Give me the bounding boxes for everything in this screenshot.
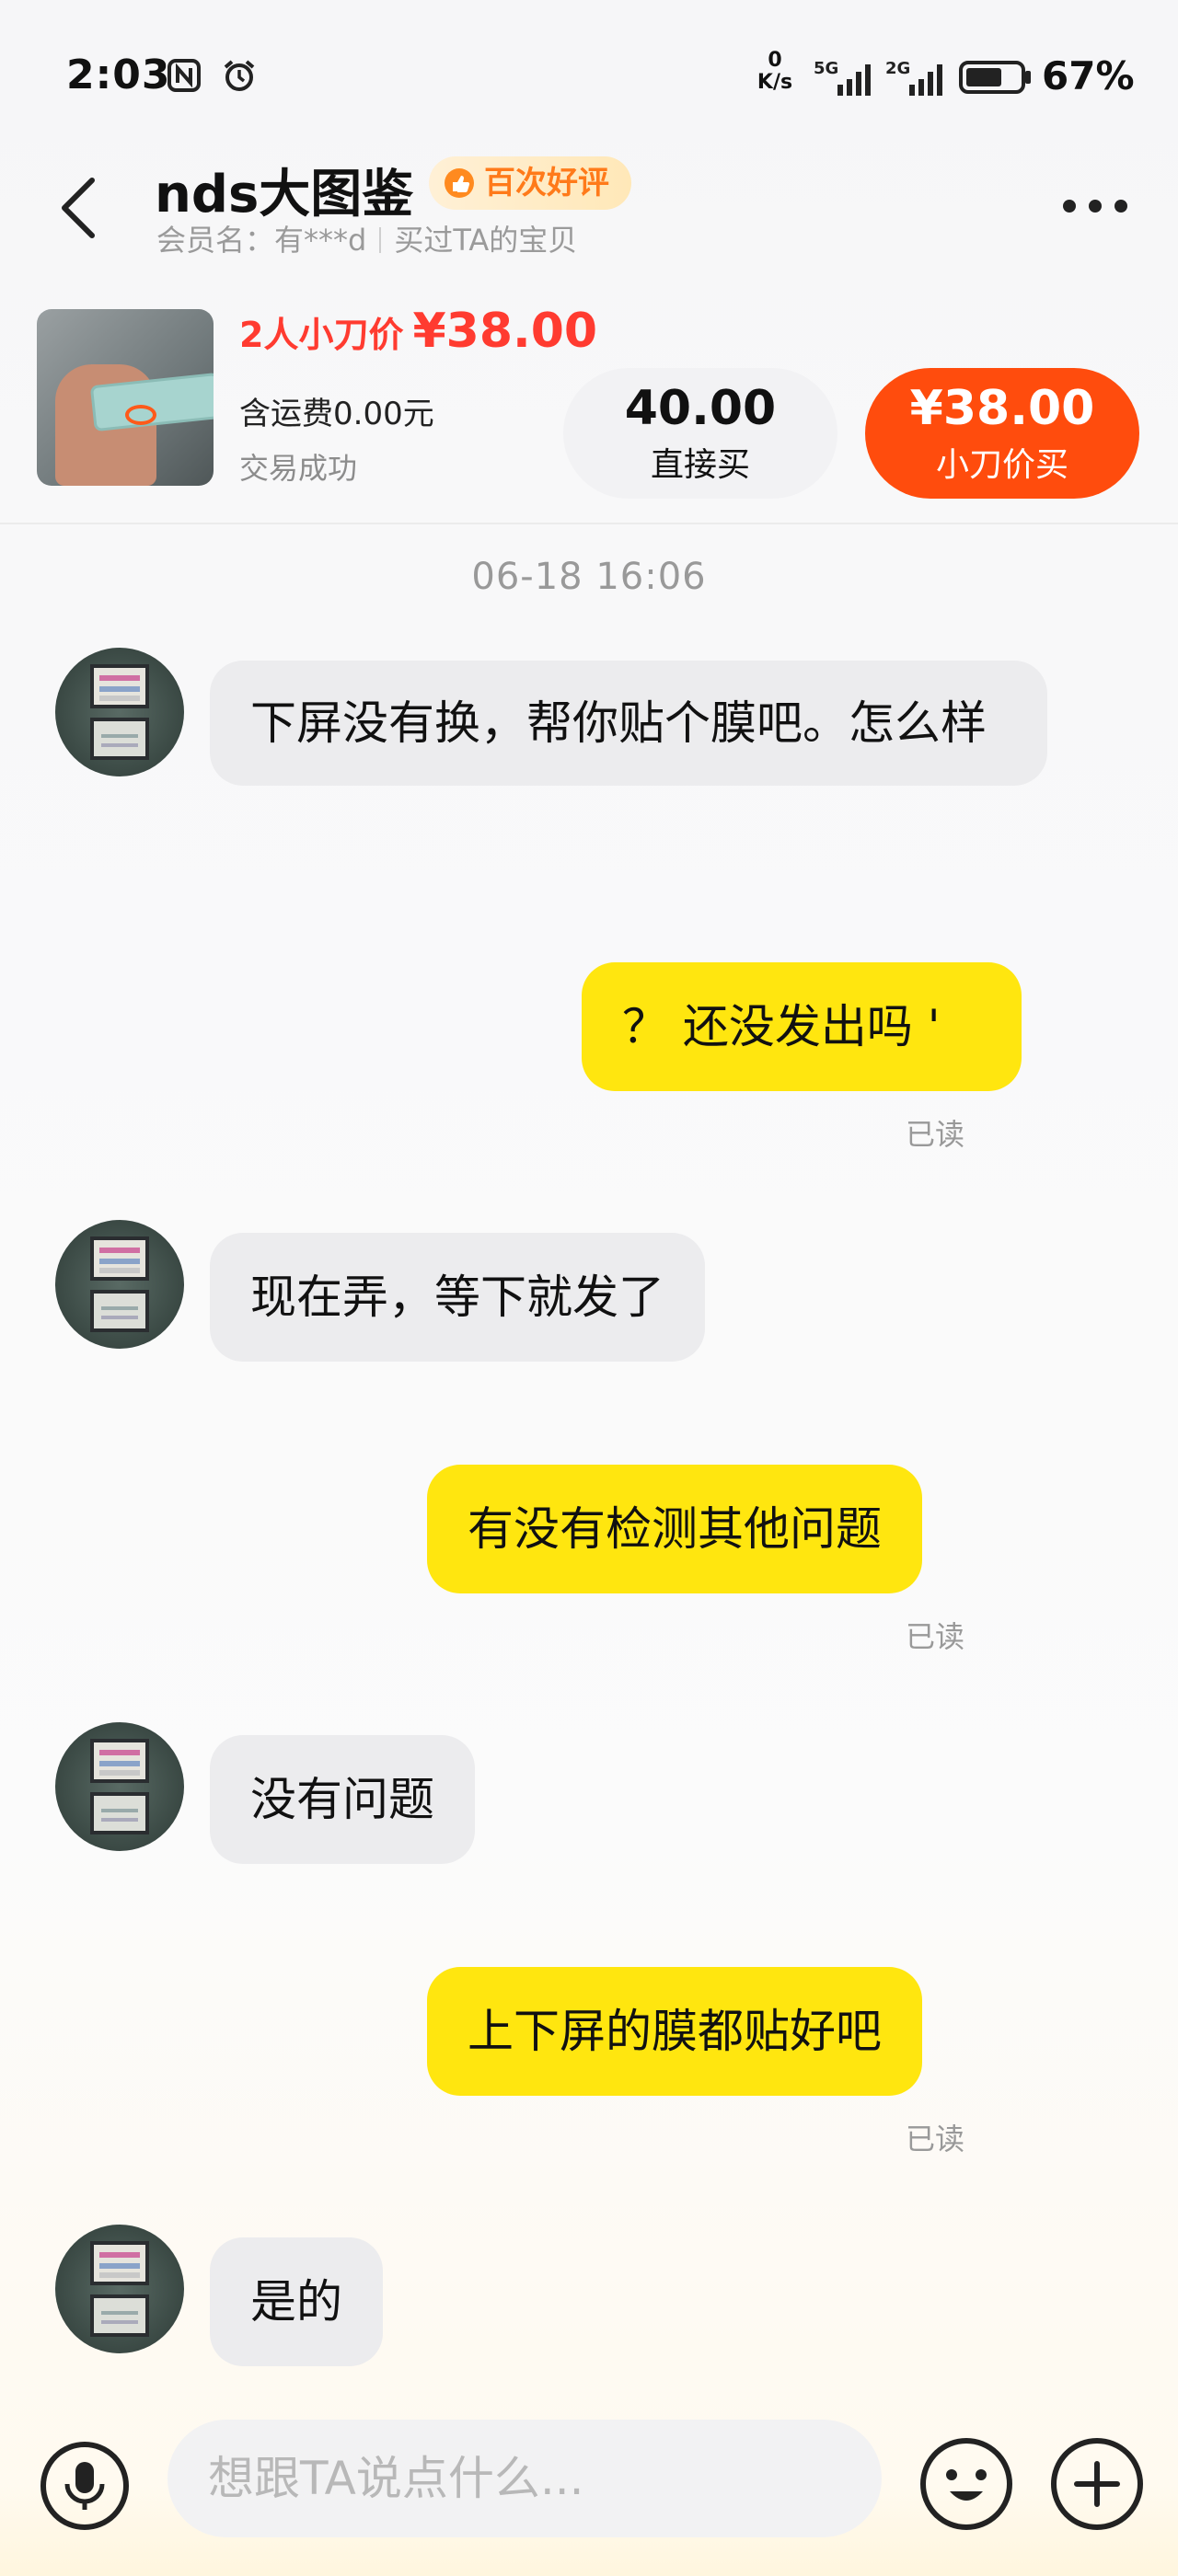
shop-name[interactable]: nds大图鉴	[155, 153, 413, 227]
product-thumbnail[interactable]	[37, 309, 214, 486]
rating-badge: 百次好评	[429, 156, 631, 210]
read-status: 已读	[906, 1117, 965, 1152]
net-speed: 0 K/s	[753, 50, 797, 94]
input-bar	[0, 2401, 1178, 2558]
message-bubble-outgoing[interactable]: ？ 还没发出吗 '	[582, 962, 1022, 1091]
bargain-buy-price: ¥38.00	[909, 381, 1095, 436]
message-input[interactable]	[167, 2420, 882, 2537]
chat-header: nds大图鉴 百次好评 会员名：有***d 买过TA的宝贝	[0, 147, 1178, 258]
seller-avatar[interactable]	[55, 2225, 184, 2353]
message-bubble-outgoing[interactable]: 有没有检测其他问题	[427, 1465, 922, 1593]
signal-icon: 2G	[885, 59, 942, 96]
bargain-buy-label: 小刀价买	[935, 446, 1068, 484]
back-icon[interactable]	[55, 175, 103, 241]
read-status: 已读	[906, 2122, 965, 2156]
net-speed-unit: K/s	[756, 71, 793, 94]
signal-2g-label: 2G	[885, 59, 910, 78]
shipping-fee: 含运费0.00元	[239, 396, 434, 432]
seller-avatar[interactable]	[55, 648, 184, 776]
thumb-up-icon	[445, 168, 474, 198]
nfc-icon	[167, 59, 201, 92]
chat-screen: 2:03 0 K/s 5G 2G 67% nds大图鉴 百次好评 会员名：有**…	[0, 0, 1178, 2576]
status-time: 2:03	[66, 52, 171, 98]
trade-status: 交易成功	[239, 451, 358, 486]
read-status: 已读	[906, 1619, 965, 1654]
more-icon[interactable]	[1058, 195, 1132, 217]
emoji-icon[interactable]	[918, 2436, 1014, 2532]
voice-input-icon[interactable]	[39, 2440, 131, 2532]
chat-timestamp: 06-18 16:06	[471, 556, 707, 598]
bargain-label: 2人小刀价	[239, 315, 404, 355]
badge-label: 百次好评	[484, 165, 609, 201]
direct-buy-label: 直接买	[650, 446, 750, 484]
direct-buy-button[interactable]: 40.00 直接买	[563, 368, 837, 499]
product-card: 2人小刀价 ¥38.00 含运费0.00元 交易成功 40.00 直接买 ¥38.…	[0, 291, 1178, 524]
net-speed-value: 0	[768, 49, 782, 72]
seller-avatar[interactable]	[55, 1722, 184, 1851]
member-name: 会员名：有***d	[156, 223, 367, 258]
bargain-price-line: 2人小刀价 ¥38.00	[239, 304, 597, 359]
direct-buy-price: 40.00	[624, 381, 777, 436]
message-bubble-incoming[interactable]: 是的	[210, 2237, 383, 2366]
battery-icon	[959, 61, 1031, 94]
plus-icon[interactable]	[1049, 2436, 1145, 2532]
bought-link[interactable]: 买过TA的宝贝	[394, 223, 577, 258]
divider	[379, 227, 382, 253]
message-bubble-incoming[interactable]: 没有问题	[210, 1735, 475, 1864]
alarm-icon	[224, 60, 255, 91]
bargain-price: ¥38.00	[412, 304, 598, 359]
status-bar: 2:03 0 K/s 5G 2G 67%	[0, 0, 1178, 156]
seller-avatar[interactable]	[55, 1220, 184, 1349]
bargain-buy-button[interactable]: ¥38.00 小刀价买	[865, 368, 1139, 499]
signal-icon: 5G	[814, 59, 871, 96]
message-bubble-incoming[interactable]: 现在弄，等下就发了	[210, 1233, 705, 1362]
message-bubble-outgoing[interactable]: 上下屏的膜都贴好吧	[427, 1967, 922, 2096]
member-info: 会员名：有***d 买过TA的宝贝	[156, 217, 577, 259]
battery-percent: 67%	[1042, 53, 1135, 98]
message-bubble-incoming[interactable]: 下屏没有换，帮你贴个膜吧。怎么样	[210, 661, 1047, 786]
signal-5g-label: 5G	[814, 59, 838, 78]
